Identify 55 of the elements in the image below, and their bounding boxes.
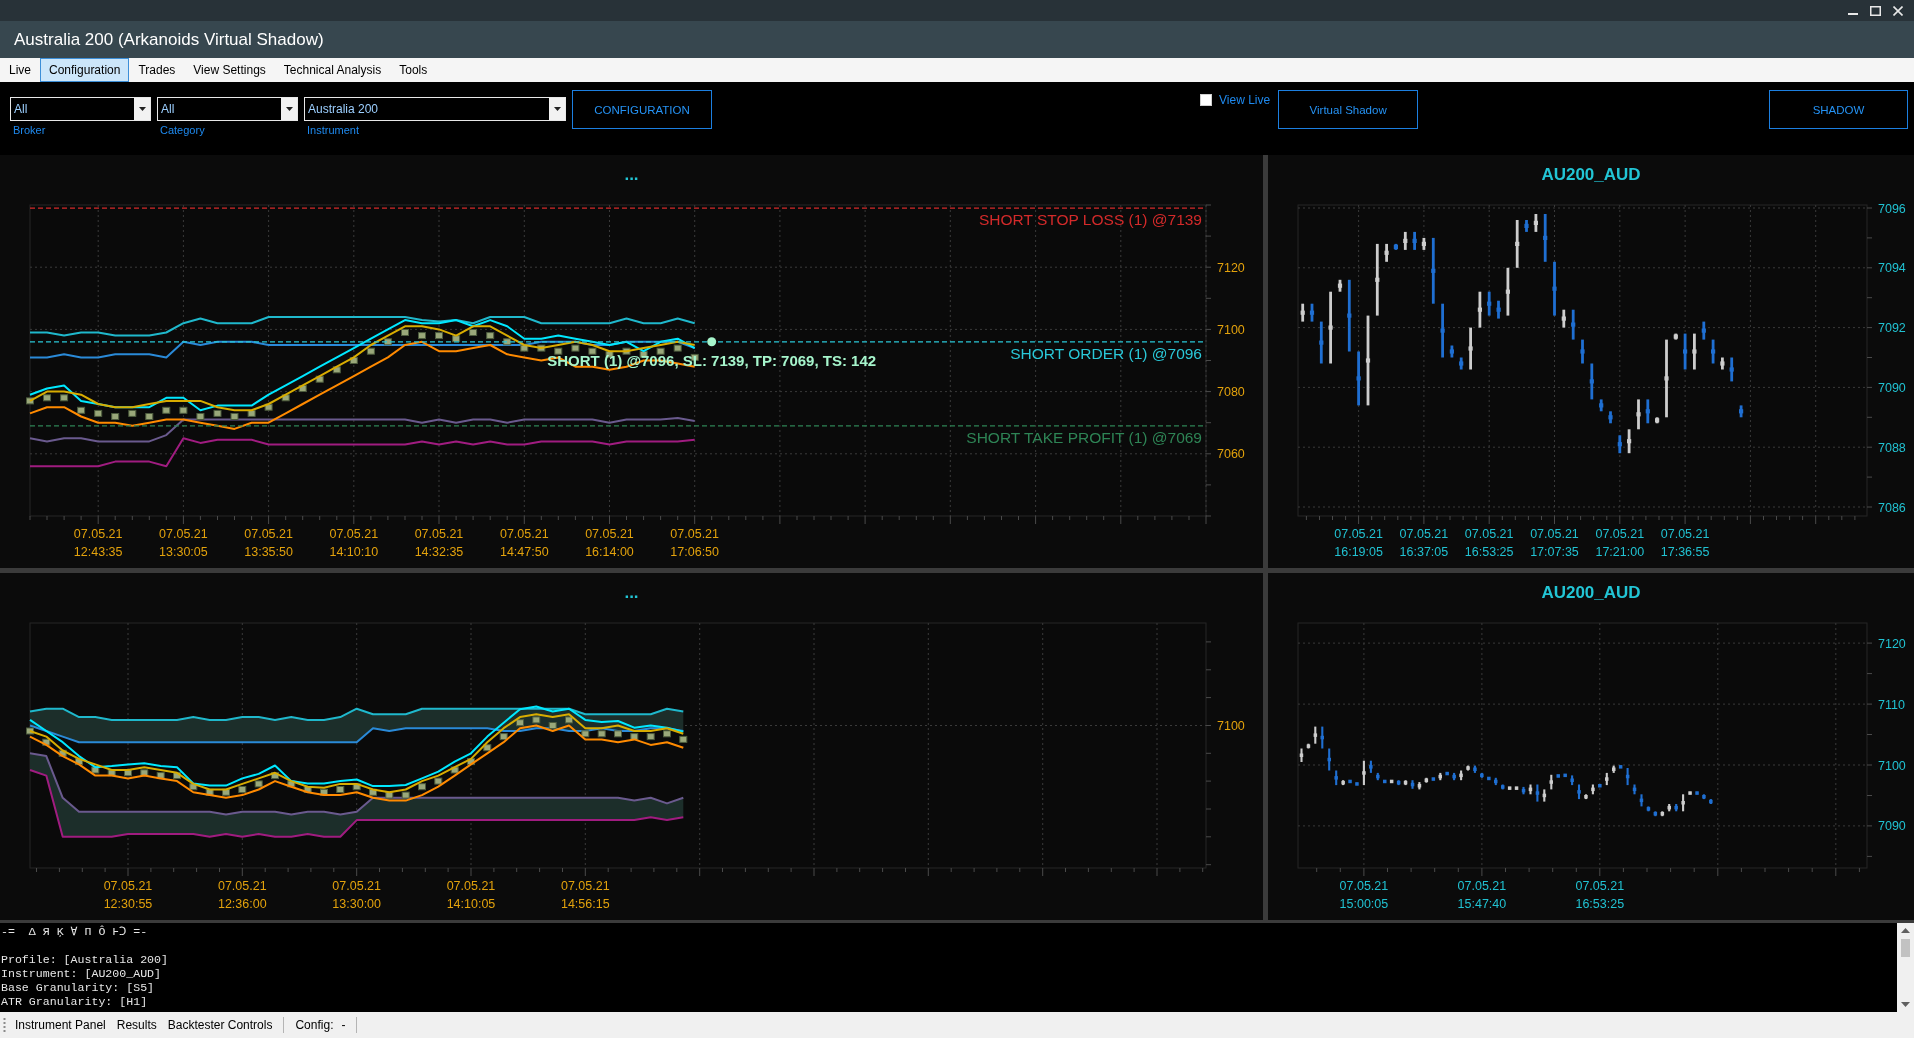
axis-label: 07.05.21 15:00:05: [1339, 879, 1389, 911]
axis-label: 07.05.21 15:47:40: [1457, 879, 1507, 911]
axis-label: 7100: [1878, 758, 1906, 773]
axis-label: 7120: [1878, 636, 1906, 651]
axis-label: 7100: [1217, 322, 1245, 337]
window-title: Australia 200 (Arkanoids Virtual Shadow): [14, 29, 324, 50]
field-label: Instrument: [306, 124, 359, 136]
axis-label: 7090: [1878, 819, 1906, 834]
console-line: ATR Granularity: [H1]: [1, 995, 148, 1009]
axis-label: 07.05.21 17:36:55: [1660, 527, 1710, 559]
axis-label: 07.05.21 13:30:05: [159, 527, 208, 559]
field-label: Broker: [12, 124, 46, 136]
axis-label: 07.05.21 16:37:05: [1399, 527, 1449, 559]
chart-title: ...: [624, 583, 639, 603]
axis-label: 07.05.21 13:35:50: [244, 527, 293, 559]
axis-label: 7092: [1878, 321, 1906, 336]
axis-label: 7100: [1217, 719, 1245, 733]
axis-label: 07.05.21 16:14:00: [585, 527, 634, 559]
axis-label: 7110: [1878, 697, 1905, 712]
console-line: Instrument: [AU200_AUD]: [1, 967, 162, 981]
price-level-label: SHORT ORDER (1) @7096: [1010, 344, 1202, 362]
axis-label: 07.05.21 14:10:05: [446, 879, 496, 911]
axis-label: 07.05.21 17:07:35: [1530, 527, 1579, 559]
axis-label: 07.05.21 12:30:55: [103, 879, 153, 911]
axis-label: 7094: [1878, 261, 1906, 276]
axis-label: 07.05.21 14:47:50: [499, 527, 549, 559]
axis-label: 7096: [1878, 201, 1906, 216]
axis-label: 7060: [1217, 447, 1245, 462]
axis-label: 07.05.21 13:30:00: [332, 879, 382, 911]
chart-title: AU200_AUD: [1541, 165, 1641, 185]
axis-label: 07.05.21 14:56:15: [560, 879, 610, 911]
axis-label: 07.05.21 14:10:10: [329, 527, 379, 559]
config-value: -: [341, 1018, 346, 1032]
axis-label: 07.05.21 16:53:25: [1575, 879, 1625, 911]
axis-label: 7080: [1217, 385, 1245, 400]
chart-title: ...: [624, 165, 639, 185]
axis-label: 07.05.21 17:21:00: [1595, 527, 1645, 559]
chart-title: AU200_AUD: [1541, 583, 1641, 603]
axis-label: 07.05.21 12:36:00: [217, 879, 267, 911]
price-level-label: SHORT TAKE PROFIT (1) @7069: [966, 428, 1202, 446]
axis-label: 07.05.21 14:32:35: [414, 527, 464, 559]
axis-label: 7086: [1878, 500, 1906, 515]
axis-label: 07.05.21 17:06:50: [670, 527, 720, 559]
axis-label: 07.05.21 16:19:05: [1334, 527, 1383, 559]
axis-label: 7120: [1217, 260, 1245, 275]
console-line: Profile: [Australia 200]: [1, 953, 168, 967]
axis-label: 07.05.21 16:53:25: [1464, 527, 1514, 559]
axis-label: 07.05.21 12:43:35: [73, 527, 123, 559]
price-level-label: SHORT STOP LOSS (1) @7139: [978, 211, 1202, 229]
console-line: Base Granularity: [S5]: [1, 981, 155, 995]
axis-label: 7090: [1878, 380, 1906, 395]
console-line: -= Δ Я Ķ ∀ П Ô ⱵↃ =-: [1, 925, 148, 939]
axis-label: 7088: [1878, 440, 1906, 455]
config-label: Config:: [295, 1018, 334, 1032]
field-label: Category: [159, 124, 205, 136]
